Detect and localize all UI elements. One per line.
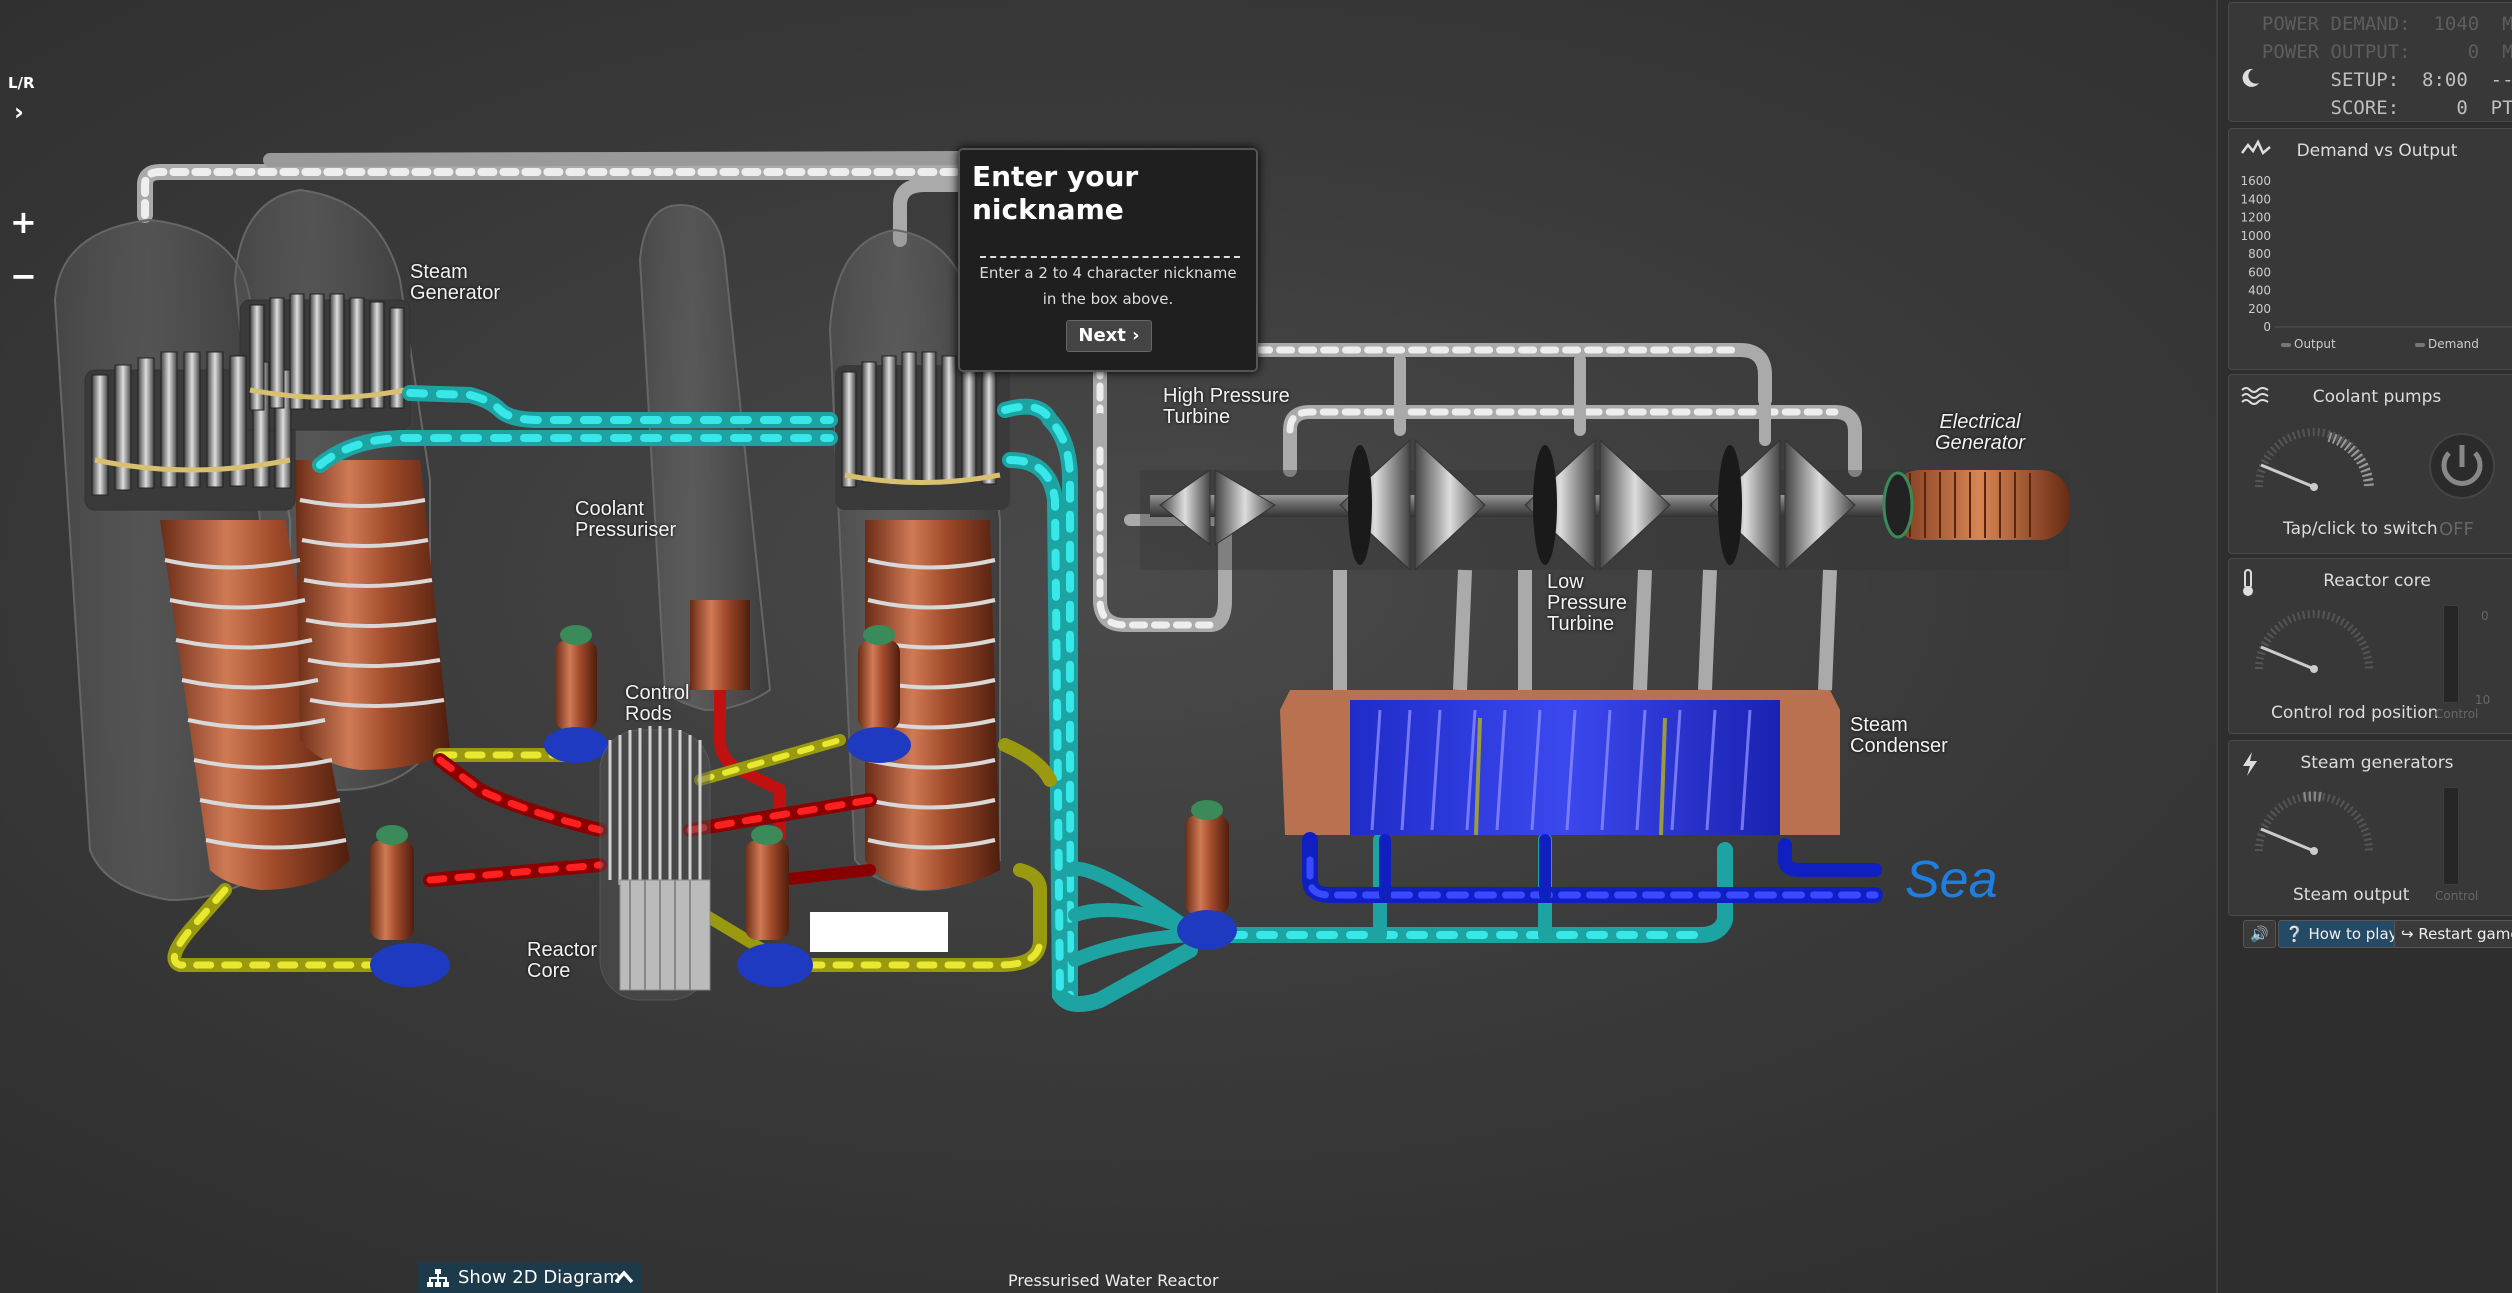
zoom-out-button[interactable]: − xyxy=(10,257,37,295)
restart-game-button[interactable]: ↪ Restart game xyxy=(2394,920,2512,948)
control-panel: POWER DEMAND: 1040 MW POWER OUTPUT: 0 MW… xyxy=(2216,0,2512,1293)
lr-toggle-label[interactable]: L/R xyxy=(8,74,35,92)
label-high-pressure-turbine: High Pressure Turbine xyxy=(1163,385,1290,428)
y-tick-label: 400 xyxy=(2248,284,2271,298)
label-steam-generator: Steam Generator xyxy=(410,261,501,304)
electrical-generator[interactable] xyxy=(1882,470,2070,540)
y-tick-label: 0 xyxy=(2263,320,2271,334)
nickname-preview-block xyxy=(810,912,948,952)
slider-bottom-tick: 10 xyxy=(2475,693,2491,707)
power-demand: POWER DEMAND: 1040 MW xyxy=(2261,13,2512,35)
steam-title: Steam generators xyxy=(2300,753,2454,773)
chevron-right-icon[interactable]: › xyxy=(14,98,24,126)
steam-output-slider[interactable] xyxy=(2443,787,2459,885)
setup-timer: SETUP: 8:00 --- xyxy=(2330,69,2512,91)
reactor-core-vessel[interactable] xyxy=(599,726,711,1001)
stats-card: POWER DEMAND: 1040 MW POWER OUTPUT: 0 MW… xyxy=(2228,2,2512,122)
slider-top-tick: 0 xyxy=(2481,609,2489,623)
dialog-hint: Enter a 2 to 4 character nickname in the… xyxy=(979,264,1237,308)
y-tick-label: 1200 xyxy=(2240,211,2271,225)
steam-output-caption: Steam output xyxy=(2293,885,2410,905)
label-coolant-pressuriser: Coolant Pressuriser xyxy=(575,498,677,541)
moon-icon[interactable] xyxy=(2239,67,2261,89)
legend-output: Output xyxy=(2281,337,2336,351)
score: SCORE: 0 PTS xyxy=(2330,97,2512,119)
control-rod-slider[interactable] xyxy=(2443,605,2459,703)
nickname-input[interactable] xyxy=(980,214,1240,258)
control-rod-tag: Control xyxy=(2435,707,2479,721)
nickname-dialog: Enter your nickname Enter a 2 to 4 chara… xyxy=(958,148,1258,372)
zoom-in-button[interactable]: + xyxy=(10,203,37,241)
label-low-pressure-turbine: Low Pressure Turbine xyxy=(1547,571,1628,635)
sound-button[interactable]: 🔊 xyxy=(2243,920,2276,948)
label-reactor-core: Reactor Core xyxy=(527,939,598,982)
coolant-pumps-card: Coolant pumps Tap/click to switch OFF xyxy=(2228,374,2512,554)
chevron-up-icon xyxy=(614,1270,634,1284)
how-to-play-button[interactable]: ❔ How to play xyxy=(2278,920,2405,948)
coolant-caption: Tap/click to switch xyxy=(2283,519,2438,539)
next-button[interactable]: Next › xyxy=(1066,320,1152,352)
y-tick-label: 1000 xyxy=(2240,229,2271,243)
label-steam-condenser: Steam Condenser xyxy=(1850,714,1948,757)
coolant-state: OFF xyxy=(2439,519,2474,540)
reactor-core-card: Reactor core 0 10 Control rod position C… xyxy=(2228,558,2512,734)
control-rod-caption: Control rod position xyxy=(2271,703,2439,723)
simulation-title: Pressurised Water Reactor xyxy=(1008,1271,1219,1290)
legend-demand: Demand xyxy=(2415,337,2479,351)
y-tick-label: 1600 xyxy=(2240,174,2271,188)
reactor-gauge xyxy=(2255,610,2373,673)
steam-gauge xyxy=(2255,791,2373,855)
y-tick-label: 800 xyxy=(2248,247,2271,261)
steam-generators-card: Steam generators Steam output Control xyxy=(2228,740,2512,916)
label-electrical-generator: Electrical Generator xyxy=(1935,411,2026,454)
reactor-title: Reactor core xyxy=(2323,571,2431,591)
sea-water-pipes xyxy=(1302,832,1883,903)
demand-output-chart: 0 200 400 600 800 1000 1200 1400 1600 xyxy=(2240,174,2512,334)
label-sea: Sea xyxy=(1905,851,1998,909)
share-icon: ↪ xyxy=(2401,925,2419,943)
steam-generator-left[interactable] xyxy=(53,188,450,902)
demand-output-card: Demand vs Output 0 200 400 600 800 1000 1200 14… xyxy=(2228,128,2512,370)
power-icon[interactable] xyxy=(2427,431,2497,501)
coolant-gauge xyxy=(2255,428,2374,491)
steam-condenser[interactable] xyxy=(1280,690,1840,836)
y-tick-label: 1400 xyxy=(2240,192,2271,206)
show-2d-diagram-label: Show 2D Diagram xyxy=(458,1267,621,1288)
show-2d-diagram-button[interactable]: Show 2D Diagram xyxy=(418,1262,641,1293)
coolant-title: Coolant pumps xyxy=(2312,387,2442,407)
question-icon: ❔ xyxy=(2285,925,2309,943)
sitemap-icon xyxy=(427,1269,449,1287)
label-control-rods: Control Rods xyxy=(625,682,690,725)
y-tick-label: 200 xyxy=(2248,302,2271,316)
y-tick-label: 600 xyxy=(2248,265,2271,279)
power-output: POWER OUTPUT: 0 MW xyxy=(2261,41,2512,63)
steam-output-tag: Control xyxy=(2435,889,2479,903)
